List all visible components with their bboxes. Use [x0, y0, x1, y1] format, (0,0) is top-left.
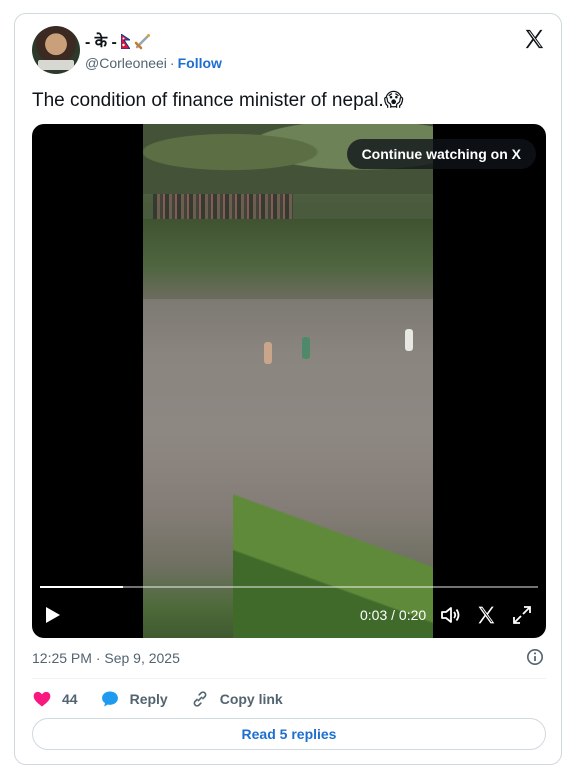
- like-count: 44: [62, 691, 78, 707]
- heart-icon: [33, 691, 51, 707]
- video-controls: 0:03 / 0:20: [32, 600, 546, 630]
- video-riverbank: [143, 219, 433, 299]
- video-progress-fill: [40, 586, 124, 588]
- video-crowd: [153, 194, 293, 222]
- divider: [32, 678, 546, 679]
- continue-watching-button[interactable]: Continue watching on X: [346, 139, 536, 169]
- play-icon[interactable]: [46, 607, 60, 623]
- author-display-name[interactable]: - के -: [85, 30, 117, 52]
- tweet-text: The condition of finance minister of nep…: [32, 90, 404, 111]
- reply-label: Reply: [129, 691, 168, 707]
- video-person: [405, 329, 413, 351]
- link-icon: [193, 691, 207, 707]
- reply-button[interactable]: Reply: [100, 689, 168, 709]
- reply-bubble-icon: [101, 691, 118, 707]
- x-logo-icon[interactable]: [523, 28, 545, 50]
- tweet-card: - के - @Corleoneei · Follow The condition …: [14, 13, 562, 765]
- video-person: [264, 342, 272, 364]
- tweet-timestamp[interactable]: 12:25 PM · Sep 9, 2025: [32, 650, 180, 666]
- video-frame[interactable]: [143, 124, 433, 638]
- avatar[interactable]: [32, 26, 80, 74]
- x-logo-icon[interactable]: [476, 605, 496, 625]
- author-handle-row: @Corleoneei · Follow: [85, 55, 222, 71]
- volume-icon[interactable]: [440, 605, 462, 625]
- fullscreen-icon[interactable]: [512, 605, 532, 625]
- copy-link-label: Copy link: [219, 691, 283, 707]
- author-name-row[interactable]: - के -: [85, 30, 152, 52]
- dagger-icon: [134, 34, 150, 50]
- copy-link-button[interactable]: Copy link: [190, 689, 283, 709]
- nepal-flag-icon: [120, 33, 130, 49]
- info-icon[interactable]: [526, 648, 544, 666]
- video-time: 0:03 / 0:20: [360, 607, 427, 623]
- like-button[interactable]: 44: [32, 689, 78, 709]
- separator-dot: ·: [169, 55, 175, 71]
- action-bar: 44 Reply Copy link: [32, 688, 305, 710]
- avatar-laptop: [38, 60, 74, 70]
- follow-button[interactable]: Follow: [178, 55, 222, 71]
- video-person: [302, 337, 310, 359]
- video-progress-bar[interactable]: [40, 586, 538, 588]
- video-player[interactable]: Continue watching on X 0:03 / 0:20: [32, 124, 546, 638]
- author-handle[interactable]: @Corleoneei: [85, 55, 167, 71]
- read-replies-button[interactable]: Read 5 replies: [32, 718, 546, 750]
